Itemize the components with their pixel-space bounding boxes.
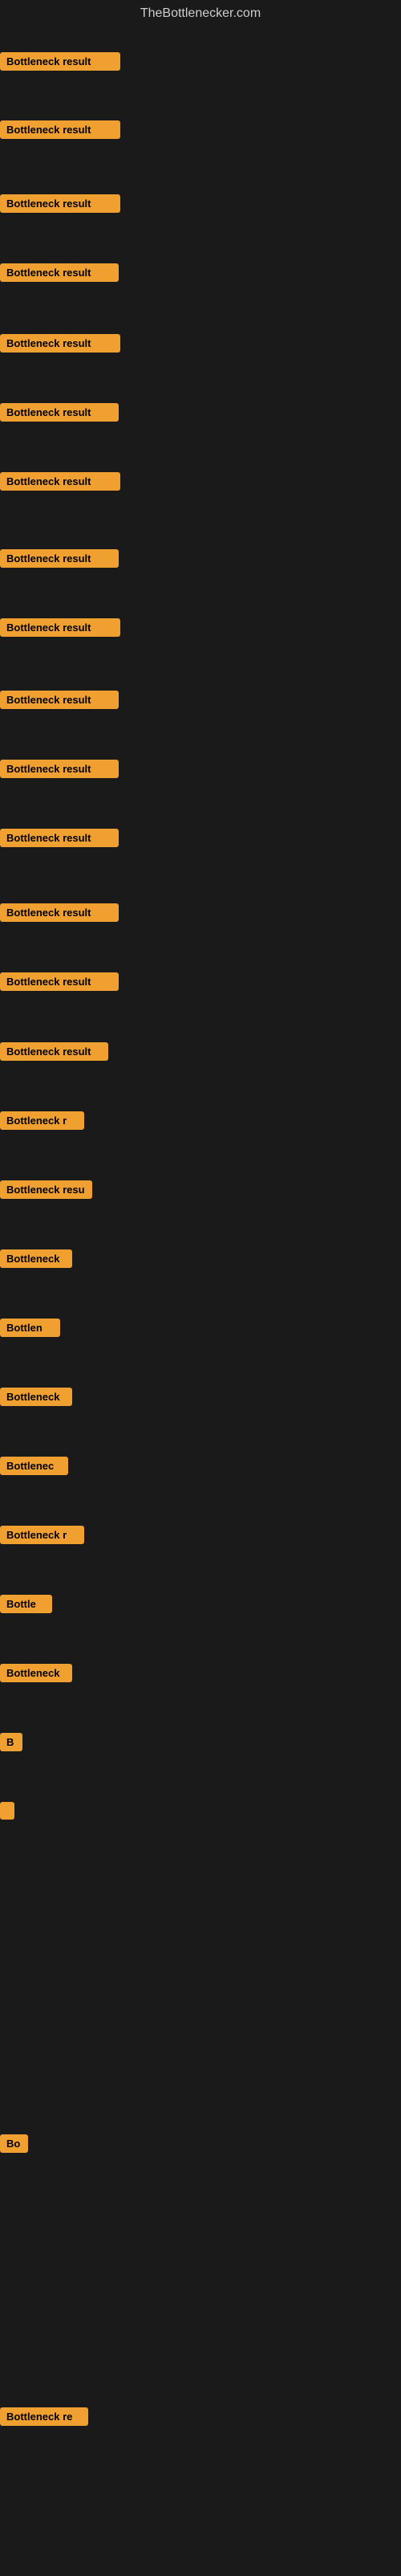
bottleneck-badge[interactable]: Bottleneck result (0, 829, 119, 847)
bottleneck-row: B (0, 1733, 22, 1755)
bottleneck-row: Bottleneck r (0, 1526, 84, 1548)
bottleneck-row: Bottleneck re (0, 2407, 88, 2430)
bottleneck-badge[interactable]: Bottleneck result (0, 691, 119, 709)
bottleneck-row: Bottleneck (0, 1249, 72, 1272)
bottleneck-row: Bottleneck result (0, 403, 119, 426)
bottleneck-row: Bottleneck result (0, 194, 120, 217)
bottleneck-badge[interactable]: Bottleneck result (0, 760, 119, 778)
bottleneck-badge[interactable]: Bottleneck (0, 1664, 72, 1682)
bottleneck-row: Bottleneck result (0, 263, 119, 286)
bottleneck-badge[interactable]: Bottleneck result (0, 120, 120, 139)
bottleneck-row: Bo (0, 2134, 28, 2157)
bottleneck-badge[interactable]: Bottleneck (0, 1249, 72, 1268)
bottleneck-row: Bottleneck (0, 1388, 72, 1410)
bottleneck-row: Bottleneck result (0, 120, 120, 143)
bottleneck-badge[interactable]: Bottleneck result (0, 972, 119, 991)
bottleneck-row: Bottleneck result (0, 472, 120, 495)
bottleneck-badge[interactable]: Bottleneck result (0, 1042, 108, 1061)
bottleneck-row: Bottleneck (0, 1664, 72, 1686)
bottleneck-badge[interactable]: Bottleneck result (0, 52, 120, 71)
bottleneck-badge[interactable]: Bottleneck result (0, 194, 120, 213)
bottleneck-badge[interactable]: Bottlen (0, 1319, 60, 1337)
bottleneck-row: Bottleneck r (0, 1111, 84, 1134)
bottleneck-row: Bottleneck result (0, 903, 119, 926)
bottleneck-badge[interactable]: Bottleneck result (0, 403, 119, 422)
bottleneck-row: Bottle (0, 1595, 52, 1617)
bottleneck-badge[interactable]: Bottleneck result (0, 334, 120, 353)
bottleneck-badge[interactable]: Bottleneck resu (0, 1180, 92, 1199)
bottleneck-badge[interactable]: Bottleneck r (0, 1526, 84, 1544)
bottleneck-row: Bottlenec (0, 1457, 68, 1479)
bottleneck-badge[interactable]: Bottleneck r (0, 1111, 84, 1130)
bottleneck-row (0, 1802, 14, 1824)
bottleneck-badge[interactable]: Bottleneck (0, 1388, 72, 1406)
bottleneck-badge[interactable]: Bottle (0, 1595, 52, 1613)
bottleneck-row: Bottleneck result (0, 52, 120, 75)
bottleneck-badge[interactable]: Bottleneck result (0, 549, 119, 568)
bottleneck-row: Bottleneck result (0, 1042, 108, 1065)
site-title: TheBottlenecker.com (0, 0, 401, 31)
bottleneck-badge[interactable]: Bottleneck result (0, 618, 120, 637)
bottleneck-badge[interactable]: Bottleneck result (0, 472, 120, 491)
bottleneck-row: Bottleneck result (0, 549, 119, 572)
bottleneck-row: Bottleneck result (0, 618, 120, 641)
bottleneck-badge[interactable]: Bo (0, 2134, 28, 2153)
bottleneck-badge[interactable]: Bottleneck re (0, 2407, 88, 2426)
bottleneck-row: Bottleneck result (0, 691, 119, 713)
bottleneck-row: Bottleneck result (0, 972, 119, 995)
bottleneck-badge-tiny (0, 1802, 14, 1820)
bottleneck-badge[interactable]: Bottleneck result (0, 263, 119, 282)
bottleneck-badge[interactable]: Bottlenec (0, 1457, 68, 1475)
bottleneck-row: Bottleneck result (0, 334, 120, 357)
bottleneck-row: Bottleneck resu (0, 1180, 92, 1203)
bottleneck-row: Bottleneck result (0, 760, 119, 782)
bottleneck-badge[interactable]: B (0, 1733, 22, 1751)
bottleneck-badge[interactable]: Bottleneck result (0, 903, 119, 922)
bottleneck-row: Bottleneck result (0, 829, 119, 851)
bottleneck-row: Bottlen (0, 1319, 60, 1341)
